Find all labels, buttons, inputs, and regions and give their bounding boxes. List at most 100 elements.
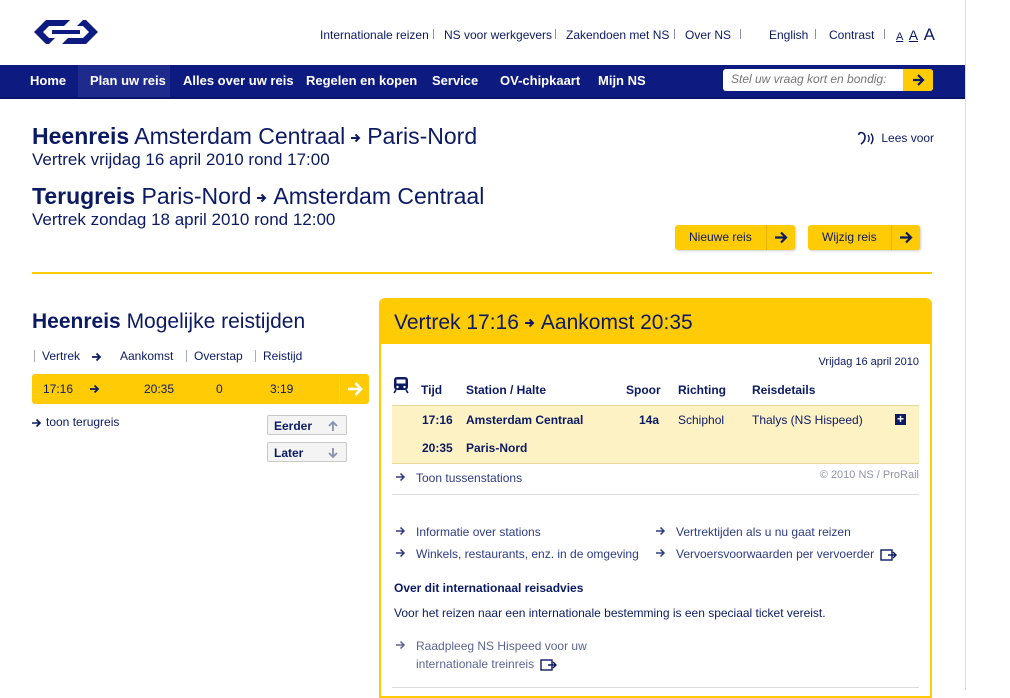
- page: Internationale reizen NS voor werkgevers…: [0, 0, 966, 698]
- option-row-selected[interactable]: 17:16 20:35 0 3:19: [32, 374, 369, 404]
- font-size-medium[interactable]: A: [909, 27, 918, 43]
- trip-date: Vrijdag 16 april 2010: [818, 356, 920, 368]
- hispeed-link-continued[interactable]: internationale treinreis: [416, 657, 558, 671]
- divider: [740, 29, 741, 39]
- font-size-small[interactable]: A: [896, 31, 903, 43]
- divider: [555, 29, 556, 39]
- divider: [186, 350, 187, 362]
- arrow-down-icon: [328, 448, 338, 459]
- arrow-right-icon: [656, 547, 666, 561]
- divider: [392, 494, 919, 495]
- leg-departure-station: Amsterdam Centraal: [466, 413, 584, 427]
- arrow-right-icon: [396, 525, 406, 539]
- arrow-right-icon: [257, 193, 267, 203]
- arrow-right-icon: [913, 74, 925, 86]
- arrow-right-icon: [92, 352, 102, 362]
- col-station: Station / Halte: [466, 383, 547, 397]
- hispeed-link[interactable]: Raadpleeg NS Hispeed voor uw: [396, 639, 587, 653]
- arrow-right-icon: [766, 225, 795, 250]
- leg-arrival-time: 20:35: [422, 441, 453, 455]
- outbound-heading: Heenreis Amsterdam Centraal Paris-Nord: [32, 123, 478, 149]
- arrow-right-icon: [32, 418, 42, 427]
- external-link-icon: [540, 659, 558, 671]
- col-details: Reisdetails: [752, 383, 816, 397]
- read-aloud-link[interactable]: Lees voor: [858, 131, 934, 147]
- nav-home[interactable]: Home: [18, 65, 78, 97]
- col-transfer: Overstap: [194, 349, 243, 363]
- trip-detail-header: Vertrek 17:16 Aankomst 20:35: [381, 300, 930, 344]
- font-size-large[interactable]: A: [924, 25, 935, 44]
- col-direction: Richting: [678, 383, 726, 397]
- leg-row: 17:16 Amsterdam Centraal 14a Schiphol Th…: [392, 405, 919, 464]
- options-column-headers: Vertrek Aankomst Overstap Reistijd: [32, 349, 369, 365]
- return-heading: Terugreis Paris-Nord Amsterdam Centraal: [32, 183, 485, 209]
- nav-plan-trip[interactable]: Plan uw reis: [78, 65, 170, 97]
- earlier-button[interactable]: Eerder: [267, 415, 347, 435]
- leg-service: Thalys (NS Hispeed): [752, 413, 863, 427]
- advice-text: Voor het reizen naar een internationale …: [394, 606, 826, 620]
- divider: [392, 687, 919, 688]
- read-aloud-icon: [858, 131, 874, 145]
- divider: [815, 29, 816, 39]
- arrow-right-icon: [524, 319, 535, 328]
- search-submit-button[interactable]: [903, 69, 933, 91]
- arrow-right-icon: [656, 525, 666, 539]
- link-english[interactable]: English: [769, 28, 808, 42]
- col-time: Tijd: [421, 383, 443, 397]
- divider: [255, 350, 256, 362]
- divider: [884, 29, 885, 39]
- main-nav: Home Plan uw reis Alles over uw reis Reg…: [0, 65, 966, 99]
- arrow-right-icon: [339, 374, 370, 404]
- col-departure: Vertrek: [42, 349, 81, 363]
- leg-platform: 14a: [639, 413, 660, 427]
- arrow-right-icon: [891, 225, 920, 250]
- return-departure: Vertrek zondag 18 april 2010 rond 12:00: [32, 210, 336, 229]
- leg-departure-time: 17:16: [422, 413, 453, 427]
- nav-ov-chipkaart[interactable]: OV-chipkaart: [488, 65, 592, 97]
- link-contrast[interactable]: Contrast: [829, 28, 874, 42]
- divider: [433, 29, 434, 39]
- section-divider: [32, 272, 932, 274]
- nav-tickets[interactable]: Regelen en kopen: [294, 65, 429, 97]
- link-business[interactable]: Zakendoen met NS: [566, 28, 669, 42]
- link-about[interactable]: Over NS: [685, 28, 731, 42]
- nav-service[interactable]: Service: [420, 65, 490, 97]
- arrow-right-icon: [351, 133, 361, 143]
- nav-my-ns[interactable]: Mijn NS: [586, 65, 658, 97]
- leg-arrival-station: Paris-Nord: [466, 441, 528, 455]
- train-icon: [393, 377, 409, 394]
- link-employers[interactable]: NS voor werkgevers: [444, 28, 552, 42]
- page-edge: [965, 0, 966, 690]
- nav-trip-info[interactable]: Alles over uw reis: [171, 65, 306, 97]
- expand-details-button[interactable]: +: [895, 413, 906, 425]
- option-duration: 3:19: [270, 382, 294, 396]
- trip-detail-title: Vertrek 17:16 Aankomst 20:35: [394, 311, 693, 334]
- new-trip-button[interactable]: Nieuwe reis: [675, 225, 795, 250]
- departure-times-link[interactable]: Vertrektijden als u nu gaat reizen: [656, 525, 851, 539]
- arrow-right-icon: [90, 384, 100, 394]
- link-international[interactable]: Internationale reizen: [320, 28, 429, 42]
- conditions-link[interactable]: Vervoersvoorwaarden per vervoerder: [656, 547, 898, 561]
- copyright: © 2010 NS / ProRail: [819, 469, 919, 481]
- station-info-link[interactable]: Informatie over stations: [396, 525, 541, 539]
- advice-title: Over dit internationaal reisadvies: [394, 581, 584, 595]
- utility-nav: Internationale reizen NS voor werkgevers…: [0, 28, 966, 44]
- col-arrival: Aankomst: [120, 349, 174, 363]
- search-box: [723, 69, 933, 91]
- show-return-link[interactable]: toon terugreis: [32, 415, 119, 429]
- outbound-departure: Vertrek vrijdag 16 april 2010 rond 17:00: [32, 150, 330, 169]
- option-transfers: 0: [216, 382, 223, 396]
- later-button[interactable]: Later: [267, 442, 347, 462]
- arrow-up-icon: [328, 420, 338, 431]
- search-input[interactable]: [727, 70, 907, 88]
- col-duration: Reistijd: [263, 349, 303, 363]
- arrow-right-icon: [396, 639, 406, 653]
- external-link-icon: [880, 549, 898, 561]
- shops-link[interactable]: Winkels, restaurants, enz. in de omgevin…: [396, 547, 639, 561]
- leg-direction: Schiphol: [678, 413, 725, 427]
- options-title: Heenreis Mogelijke reistijden: [32, 310, 306, 333]
- change-trip-button[interactable]: Wijzig reis: [808, 225, 920, 250]
- col-platform: Spoor: [626, 383, 661, 397]
- font-size-controls: A A A: [896, 25, 936, 45]
- arrow-right-icon: [396, 547, 406, 561]
